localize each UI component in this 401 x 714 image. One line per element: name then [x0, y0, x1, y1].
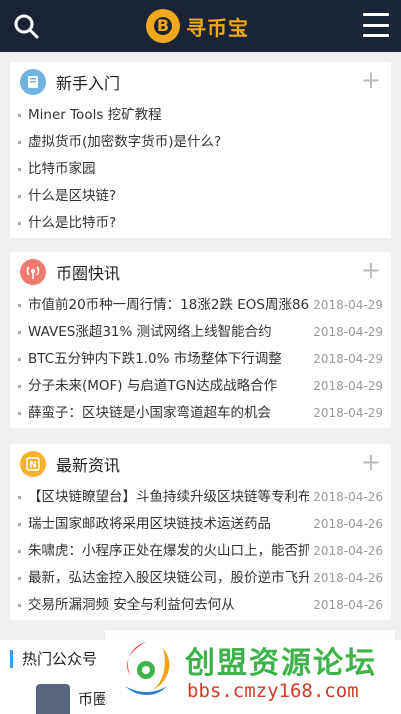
list-item[interactable]: WAVES涨超31% 测试网络上线智能合约 2018-04-29	[10, 319, 391, 346]
watermark-logo-icon	[125, 642, 170, 695]
item-date: 2018-04-29	[309, 400, 383, 427]
item-date: 2018-04-26	[309, 538, 383, 565]
list-item[interactable]: 最新，弘达金控入股区块链公司，股价逆市飞升 2018-04-26	[10, 565, 391, 592]
section-header: N 最新资讯 +	[10, 444, 391, 484]
section-latest-news: N 最新资讯 + 【区块链瞭望台】斗鱼持续升级区块链等专利布 2018-04-26…	[10, 444, 391, 620]
expand-plus-icon[interactable]: +	[361, 258, 381, 282]
article-list: 【区块链瞭望台】斗鱼持续升级区块链等专利布 2018-04-26 瑞士国家邮政将采…	[10, 484, 391, 619]
watermark-overlay: 创盟资源论坛 bbs.cmzy168.com	[105, 630, 395, 714]
list-item[interactable]: 比特币家园	[10, 156, 391, 183]
list-item[interactable]: 市值前20币种一周行情：18涨2跌 EOS周涨86% 2018-04-29	[10, 292, 391, 319]
section-title: 最新资讯	[56, 456, 121, 475]
list-item[interactable]: 朱啸虎：小程序正处在爆发的火山口上，能否抓 2018-04-26	[10, 538, 391, 565]
expand-plus-icon[interactable]: +	[361, 450, 381, 474]
item-date: 2018-04-26	[309, 565, 383, 592]
section-title: 新手入门	[56, 74, 121, 93]
news-icon: N	[20, 451, 46, 477]
article-list: Miner Tools 挖矿教程 虚拟货币(加密数字货币)是什么? 比特币家园 …	[10, 102, 391, 237]
list-item[interactable]: 瑞士国家邮政将采用区块链技术运送药品 2018-04-26	[10, 511, 391, 538]
list-item[interactable]: 交易所漏洞频 安全与利益何去何从 2018-04-26	[10, 592, 391, 619]
list-item[interactable]: BTC五分钟内下跌1.0% 市场整体下行调整 2018-04-29	[10, 346, 391, 373]
expand-plus-icon[interactable]: +	[361, 68, 381, 92]
item-date: 2018-04-29	[309, 373, 383, 400]
list-item[interactable]: 分子未来(MOF) 与启道TGN达成战略合作 2018-04-29	[10, 373, 391, 400]
book-icon	[20, 69, 46, 95]
section-crypto-flash-news: 币圈快讯 + 市值前20币种一周行情：18涨2跌 EOS周涨86% 2018-04…	[10, 252, 391, 428]
section-accent-bar	[10, 650, 13, 668]
item-date: 2018-04-26	[309, 592, 383, 619]
item-date: 2018-04-26	[309, 511, 383, 538]
item-date: 2018-04-26	[309, 484, 383, 511]
list-item[interactable]: Miner Tools 挖矿教程	[10, 102, 391, 129]
list-item[interactable]: 虚拟货币(加密数字货币)是什么?	[10, 129, 391, 156]
search-icon[interactable]	[12, 12, 40, 40]
section-title: 币圈快讯	[56, 264, 121, 283]
hamburger-menu-icon[interactable]	[363, 13, 389, 37]
svg-text:N: N	[29, 461, 37, 471]
top-header-bar: B 寻币宝	[0, 0, 401, 52]
list-item[interactable]: 什么是比特币?	[10, 210, 391, 237]
broadcast-icon	[20, 259, 46, 285]
item-date: 2018-04-29	[309, 292, 383, 319]
list-item[interactable]: 【区块链瞭望台】斗鱼持续升级区块链等专利布 2018-04-26	[10, 484, 391, 511]
section-title: 热门公众号	[22, 650, 98, 668]
brand-name: 寻币宝	[186, 15, 249, 40]
item-date: 2018-04-29	[309, 319, 383, 346]
watermark-url: bbs.cmzy168.com	[187, 680, 359, 702]
item-date: 2018-04-29	[309, 346, 383, 373]
account-avatar[interactable]	[36, 684, 70, 714]
list-item[interactable]: 什么是区块链?	[10, 183, 391, 210]
section-newbie-guide: 新手入门 + Miner Tools 挖矿教程 虚拟货币(加密数字货币)是什么?…	[10, 62, 391, 238]
list-item[interactable]: 薛蛮子：区块链是小国家弯道超车的机会 2018-04-29	[10, 400, 391, 427]
watermark-title: 创盟资源论坛	[185, 646, 377, 681]
article-list: 市值前20币种一周行情：18涨2跌 EOS周涨86% 2018-04-29 WAV…	[10, 292, 391, 427]
bitcoin-logo-icon: B	[146, 9, 180, 43]
section-header: 币圈快讯 +	[10, 252, 391, 292]
account-name[interactable]: 币圈	[78, 688, 108, 709]
section-header: 新手入门 +	[10, 62, 391, 102]
site-logo[interactable]: B 寻币宝	[146, 8, 249, 44]
